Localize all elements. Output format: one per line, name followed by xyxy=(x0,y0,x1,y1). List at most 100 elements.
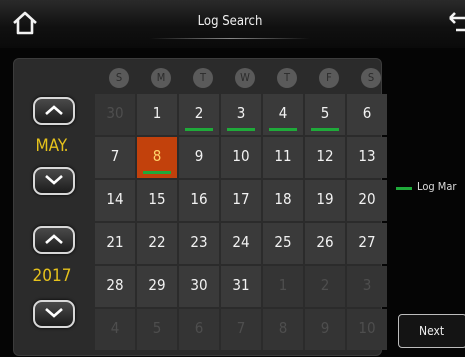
day-cell[interactable]: 6 xyxy=(347,94,387,135)
log-mark-indicator xyxy=(269,128,297,131)
day-number: 2 xyxy=(194,104,204,122)
day-cell[interactable]: 15 xyxy=(137,180,177,221)
day-cell[interactable]: 12 xyxy=(305,137,345,178)
day-cell[interactable]: 31 xyxy=(221,266,261,307)
legend: Log Mar xyxy=(396,180,465,196)
day-number: 3 xyxy=(362,276,372,294)
day-number: 6 xyxy=(362,104,372,122)
day-number: 5 xyxy=(152,319,162,337)
day-number: 1 xyxy=(278,276,288,294)
weekday-label: F xyxy=(319,68,339,88)
day-cell[interactable]: 18 xyxy=(263,180,303,221)
day-cell[interactable]: 10 xyxy=(221,137,261,178)
day-cell[interactable]: 19 xyxy=(305,180,345,221)
chevron-up-icon xyxy=(45,234,63,244)
weekday-label: S xyxy=(109,68,129,88)
day-cell[interactable]: 28 xyxy=(95,266,135,307)
day-number: 16 xyxy=(190,190,208,208)
page-title: Log Search xyxy=(197,14,263,29)
day-cell: 5 xyxy=(137,309,177,350)
day-cell: 4 xyxy=(95,309,135,350)
day-number: 17 xyxy=(232,190,250,208)
day-cell[interactable]: 24 xyxy=(221,223,261,264)
day-number: 8 xyxy=(278,319,288,337)
day-cell[interactable]: 20 xyxy=(347,180,387,221)
day-number: 7 xyxy=(236,319,246,337)
day-number: 13 xyxy=(358,147,376,165)
day-number: 23 xyxy=(190,233,208,251)
day-cell-selected[interactable]: 8 xyxy=(137,137,177,178)
weekday-label: S xyxy=(361,68,381,88)
year-up-button[interactable] xyxy=(33,226,75,254)
day-cell[interactable]: 5 xyxy=(305,94,345,135)
day-number: 25 xyxy=(274,233,292,251)
day-cell[interactable]: 21 xyxy=(95,223,135,264)
day-cell[interactable]: 7 xyxy=(95,137,135,178)
day-cell[interactable]: 1 xyxy=(137,94,177,135)
day-number: 28 xyxy=(106,276,124,294)
day-cell[interactable]: 29 xyxy=(137,266,177,307)
day-cell: 8 xyxy=(263,309,303,350)
day-cell: 7 xyxy=(221,309,261,350)
next-button[interactable]: Next xyxy=(398,314,465,348)
home-button[interactable] xyxy=(10,8,40,38)
day-number: 5 xyxy=(320,104,330,122)
day-cell[interactable]: 26 xyxy=(305,223,345,264)
day-number: 7 xyxy=(110,147,120,165)
day-number: 10 xyxy=(232,147,250,165)
year-down-button[interactable] xyxy=(33,300,75,328)
day-cell[interactable]: 17 xyxy=(221,180,261,221)
day-number: 18 xyxy=(274,190,292,208)
title-bar: Log Search xyxy=(0,0,465,48)
weekday-label: T xyxy=(193,68,213,88)
day-cell[interactable]: 3 xyxy=(221,94,261,135)
day-cell[interactable]: 27 xyxy=(347,223,387,264)
day-cell[interactable]: 30 xyxy=(179,266,219,307)
day-number: 22 xyxy=(148,233,166,251)
day-cell[interactable]: 13 xyxy=(347,137,387,178)
day-number: 11 xyxy=(274,147,292,165)
day-number: 4 xyxy=(278,104,288,122)
day-number: 4 xyxy=(110,319,120,337)
day-cell[interactable]: 23 xyxy=(179,223,219,264)
chevron-up-icon xyxy=(45,105,63,115)
day-cell[interactable]: 16 xyxy=(179,180,219,221)
day-number: 15 xyxy=(148,190,166,208)
log-mark-indicator xyxy=(143,171,171,174)
day-number: 9 xyxy=(194,147,204,165)
log-mark-swatch xyxy=(396,187,412,190)
weekday-label: W xyxy=(235,68,255,88)
weekday-label: M xyxy=(151,68,171,88)
weekday-label: T xyxy=(277,68,297,88)
chevron-down-icon xyxy=(45,308,63,318)
month-value: MAY. xyxy=(35,136,69,156)
day-cell[interactable]: 2 xyxy=(179,94,219,135)
day-number: 14 xyxy=(106,190,124,208)
day-number: 31 xyxy=(232,276,250,294)
log-mark-indicator xyxy=(311,128,339,131)
title-underline xyxy=(150,38,310,39)
day-cell[interactable]: 11 xyxy=(263,137,303,178)
day-cell: 9 xyxy=(305,309,345,350)
day-number: 30 xyxy=(190,276,208,294)
day-cell: 10 xyxy=(347,309,387,350)
day-number: 12 xyxy=(316,147,334,165)
day-number: 2 xyxy=(320,276,330,294)
day-cell: 30 xyxy=(95,94,135,135)
day-number: 6 xyxy=(194,319,204,337)
year-value: 2017 xyxy=(32,266,72,286)
day-number: 27 xyxy=(358,233,376,251)
day-cell: 2 xyxy=(305,266,345,307)
day-cell: 3 xyxy=(347,266,387,307)
day-cell[interactable]: 14 xyxy=(95,180,135,221)
month-up-button[interactable] xyxy=(33,97,75,125)
log-mark-indicator xyxy=(185,128,213,131)
day-number: 1 xyxy=(152,104,162,122)
day-number: 21 xyxy=(106,233,124,251)
day-cell[interactable]: 22 xyxy=(137,223,177,264)
month-down-button[interactable] xyxy=(33,167,75,195)
back-button[interactable] xyxy=(444,8,465,38)
day-cell[interactable]: 25 xyxy=(263,223,303,264)
day-cell[interactable]: 9 xyxy=(179,137,219,178)
day-cell[interactable]: 4 xyxy=(263,94,303,135)
